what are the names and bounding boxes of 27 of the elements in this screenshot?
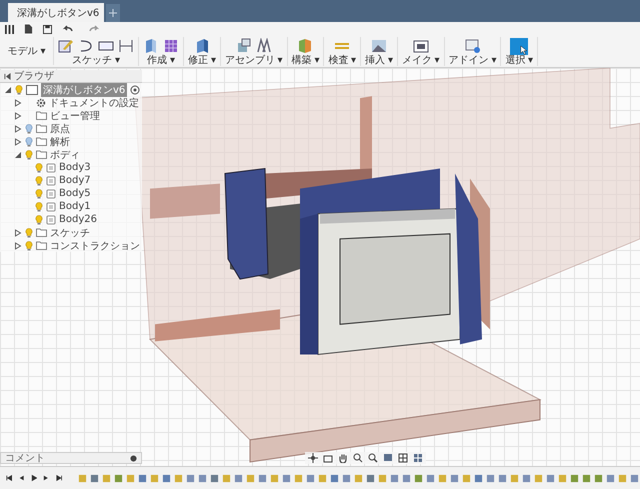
tree-item[interactable]: Body26 bbox=[59, 214, 97, 225]
tree-item[interactable]: ボディ bbox=[50, 148, 80, 162]
ribbon-menu[interactable]: スケッチ ▾ bbox=[72, 55, 120, 66]
ribbon-menu[interactable]: 挿入 ▾ bbox=[365, 55, 393, 66]
ribbon-menu[interactable]: 構築 ▾ bbox=[292, 55, 320, 66]
tree-item[interactable]: Body7 bbox=[59, 175, 91, 186]
ribbon-menu[interactable]: メイク ▾ bbox=[402, 55, 440, 66]
tree-item[interactable]: スケッチ bbox=[50, 226, 90, 240]
browser-title: ブラウザ bbox=[14, 70, 54, 83]
ribbon-menu[interactable]: 検査 ▾ bbox=[328, 55, 356, 66]
tree-item[interactable]: Body5 bbox=[59, 188, 91, 199]
tab-title: 深溝がしボタンv6 bbox=[17, 6, 100, 20]
ribbon-menu[interactable]: アドイン ▾ bbox=[448, 55, 496, 66]
workspace-dropdown[interactable]: モデル ▾ bbox=[0, 37, 54, 65]
ribbon-menu[interactable]: 選択 ▾ bbox=[505, 55, 534, 66]
ribbon-menu[interactable]: アセンブリ ▾ bbox=[224, 55, 283, 66]
ribbon-menu[interactable]: 作成 ▾ bbox=[147, 55, 175, 66]
document-tab[interactable]: 深溝がしボタンv6 bbox=[8, 3, 104, 22]
tree-item[interactable]: コンストラクション bbox=[50, 238, 140, 252]
ribbon-menu[interactable]: 修正 ▾ bbox=[188, 55, 216, 66]
tree-item[interactable]: ビュー管理 bbox=[50, 108, 100, 122]
tree-item[interactable]: Body3 bbox=[59, 162, 91, 173]
tree-item[interactable]: 原点 bbox=[50, 122, 70, 136]
tree-item[interactable]: 解析 bbox=[50, 134, 70, 148]
comments-label: コメント bbox=[5, 452, 45, 465]
tree-item[interactable]: Body1 bbox=[59, 201, 91, 212]
tree-item[interactable]: ドキュメントの設定 bbox=[49, 96, 139, 110]
